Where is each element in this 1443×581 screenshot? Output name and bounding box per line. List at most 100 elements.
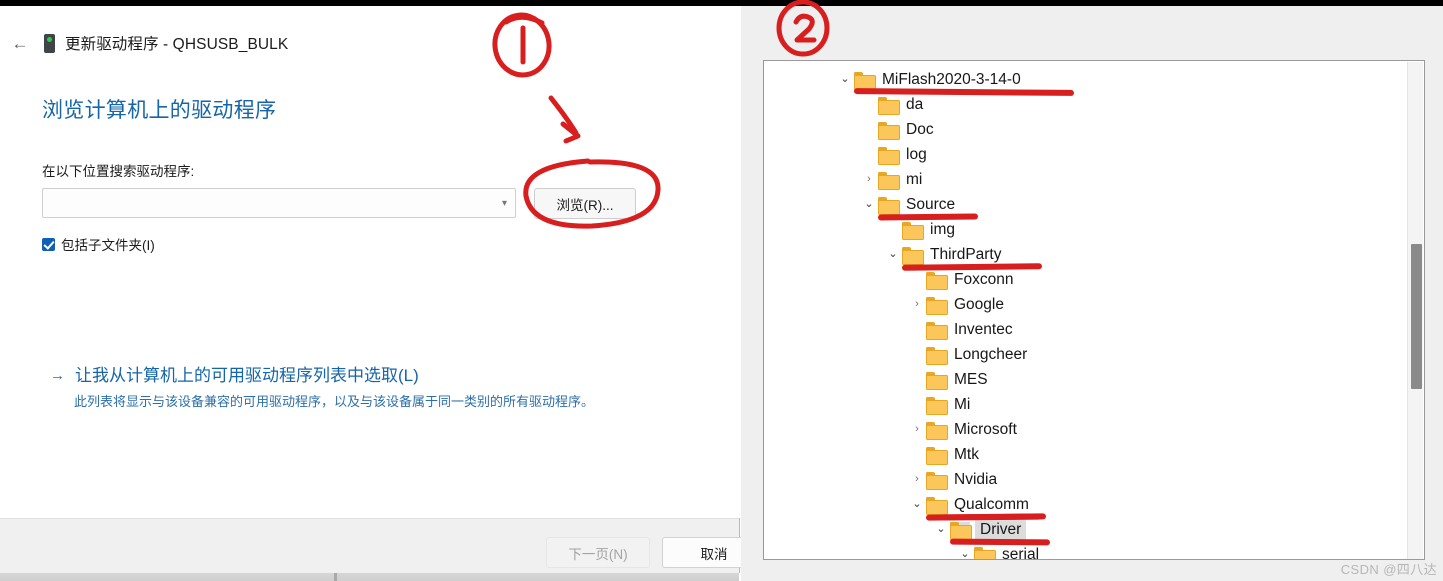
chevron-down-icon[interactable]: ⌄ xyxy=(836,67,854,92)
chevron-down-icon[interactable]: ⌄ xyxy=(884,242,902,267)
tree-item-serial[interactable]: ⌄ serial xyxy=(956,542,1040,560)
search-location-label: 在以下位置搜索驱动程序: xyxy=(42,164,195,179)
tree-item-longcheer[interactable]: Longcheer xyxy=(908,342,1027,367)
tree-item-mi[interactable]: Mi xyxy=(908,392,970,417)
chevron-right-icon[interactable]: › xyxy=(908,467,926,492)
folder-icon xyxy=(926,271,948,290)
folder-tree[interactable]: ⌄ MiFlash2020-3-14-0 da Doc log › mi ⌄ Source… xyxy=(763,60,1425,560)
tree-item-label: Foxconn xyxy=(954,270,1014,288)
tree-item-mi[interactable]: › mi xyxy=(860,167,922,192)
tree-item-microsoft[interactable]: › Microsoft xyxy=(908,417,1017,442)
tree-item-mtk[interactable]: Mtk xyxy=(908,442,979,467)
taskbar-divider xyxy=(334,573,337,581)
checkbox-checked-icon[interactable] xyxy=(42,237,55,251)
driver-path-combobox[interactable]: ▾ xyxy=(42,188,516,218)
tree-item-foxconn[interactable]: Foxconn xyxy=(908,267,1013,292)
tree-item-label: Google xyxy=(954,295,1004,313)
tree-item-label: ThirdParty xyxy=(930,245,1002,263)
folder-icon xyxy=(926,371,948,390)
folder-browser-pane: ⌄ MiFlash2020-3-14-0 da Doc log › mi ⌄ Source… xyxy=(741,6,1443,581)
chevron-right-icon[interactable]: › xyxy=(860,167,878,192)
folder-icon xyxy=(926,446,948,465)
page-title: 浏览计算机上的驱动程序 xyxy=(42,99,277,122)
device-icon xyxy=(44,33,55,53)
chevron-down-icon[interactable]: ⌄ xyxy=(908,492,926,517)
dialog-title-row: 更新驱动程序 - QHSUSB_BULK xyxy=(44,32,288,54)
window-bottom-shadow xyxy=(0,573,739,581)
screen: ← 更新驱动程序 - QHSUSB_BULK 浏览计算机上的驱动程序 在以下位置… xyxy=(0,0,1443,581)
tree-item-qualcomm[interactable]: ⌄ Qualcomm xyxy=(908,492,1029,517)
include-subfolders-label: 包括子文件夹(I) xyxy=(61,238,155,253)
include-subfolders-checkbox[interactable]: 包括子文件夹(I) xyxy=(42,234,155,254)
folder-icon xyxy=(878,171,900,190)
chevron-down-icon[interactable]: ▾ xyxy=(502,198,509,209)
tree-item-thirdparty[interactable]: ⌄ ThirdParty xyxy=(884,242,1002,267)
tree-item-da[interactable]: da xyxy=(860,92,923,117)
folder-icon xyxy=(926,471,948,490)
tree-item-label: Source xyxy=(906,195,956,213)
tree-item-label: Doc xyxy=(906,120,934,138)
tree-item-label: Nvidia xyxy=(954,470,998,488)
watermark: CSDN @四八达 xyxy=(1340,562,1437,577)
tree-item-google[interactable]: › Google xyxy=(908,292,1004,317)
tree-item-label: Qualcomm xyxy=(954,495,1029,513)
chevron-down-icon[interactable]: ⌄ xyxy=(932,517,950,542)
tree-item-log[interactable]: log xyxy=(860,142,927,167)
vertical-scrollbar[interactable] xyxy=(1407,62,1423,559)
tree-item-label: serial xyxy=(1002,545,1040,560)
tree-item-img[interactable]: img xyxy=(884,217,955,242)
tree-item-source[interactable]: ⌄ Source xyxy=(860,192,955,217)
next-button[interactable]: 下一页(N) xyxy=(546,537,650,568)
chevron-down-icon[interactable]: ⌄ xyxy=(956,542,974,559)
folder-icon xyxy=(974,546,996,559)
folder-icon xyxy=(902,221,924,240)
folder-icon xyxy=(878,96,900,115)
dialog-title: 更新驱动程序 - QHSUSB_BULK xyxy=(65,36,289,53)
update-driver-dialog: ← 更新驱动程序 - QHSUSB_BULK 浏览计算机上的驱动程序 在以下位置… xyxy=(0,6,766,581)
folder-icon xyxy=(926,496,948,515)
folder-icon xyxy=(926,421,948,440)
driver-path-input[interactable] xyxy=(49,189,502,217)
tree-item-label: log xyxy=(906,145,927,163)
folder-tree-list: ⌄ MiFlash2020-3-14-0 da Doc log › mi ⌄ Source… xyxy=(764,61,1404,559)
tree-item-label: Microsoft xyxy=(954,420,1017,438)
tree-item-label: img xyxy=(930,220,955,238)
arrow-right-icon: → xyxy=(50,367,65,384)
tree-item-label: Inventec xyxy=(954,320,1013,338)
folder-icon xyxy=(878,121,900,140)
tree-item-label: MES xyxy=(954,370,988,388)
pick-from-list-description: 此列表将显示与该设备兼容的可用驱动程序，以及与该设备属于同一类别的所有驱动程序。 xyxy=(74,394,595,409)
tree-item-driver[interactable]: ⌄ Driver xyxy=(932,517,1027,542)
tree-item-mes[interactable]: MES xyxy=(908,367,988,392)
tree-item-nvidia[interactable]: › Nvidia xyxy=(908,467,997,492)
pick-from-list-link[interactable]: → 让我从计算机上的可用驱动程序列表中选取(L) xyxy=(50,364,670,387)
back-arrow-icon[interactable]: ← xyxy=(8,32,32,56)
browse-button[interactable]: 浏览(R)... xyxy=(534,188,636,219)
tree-item-inventec[interactable]: Inventec xyxy=(908,317,1013,342)
dialog-footer: 下一页(N) 取消 xyxy=(0,518,766,573)
dialog-body: ← 更新驱动程序 - QHSUSB_BULK 浏览计算机上的驱动程序 在以下位置… xyxy=(0,6,740,518)
pick-from-list-title: 让我从计算机上的可用驱动程序列表中选取(L) xyxy=(75,366,419,385)
chevron-right-icon[interactable]: › xyxy=(908,417,926,442)
scrollbar-thumb[interactable] xyxy=(1411,244,1422,389)
chevron-down-icon[interactable]: ⌄ xyxy=(860,192,878,217)
tree-item-miflash2020-3-14-0[interactable]: ⌄ MiFlash2020-3-14-0 xyxy=(836,67,1021,92)
chevron-right-icon[interactable]: › xyxy=(908,292,926,317)
folder-icon xyxy=(926,396,948,415)
pick-from-list-block: → 让我从计算机上的可用驱动程序列表中选取(L) 此列表将显示与该设备兼容的可用… xyxy=(50,364,670,412)
folder-icon xyxy=(926,296,948,315)
folder-icon xyxy=(902,246,924,265)
tree-item-label: mi xyxy=(906,170,923,188)
tree-item-label: Longcheer xyxy=(954,345,1028,363)
tree-item-doc[interactable]: Doc xyxy=(860,117,934,142)
tree-item-label: Mi xyxy=(954,395,971,413)
